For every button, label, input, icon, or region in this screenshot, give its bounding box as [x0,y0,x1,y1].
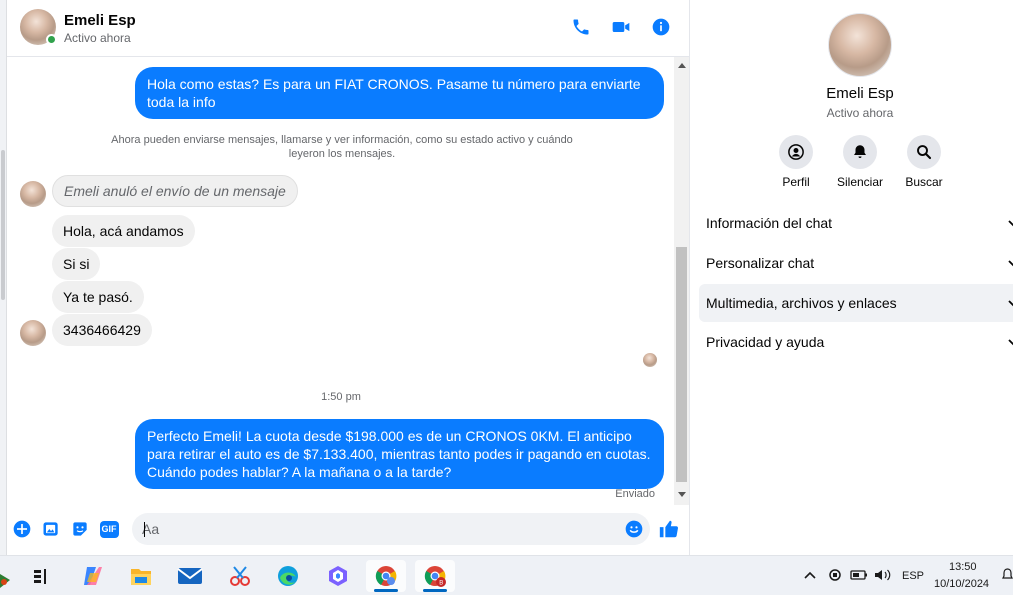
plus-icon[interactable] [11,518,33,540]
search-button[interactable]: Buscar [889,135,959,189]
active-indicator [423,589,447,592]
svg-text:B: B [439,581,443,587]
incoming-message[interactable]: Si si [52,248,101,280]
chevron-down-icon [1008,260,1013,267]
clock-date[interactable]: 10/10/2024 [934,578,989,590]
active-indicator [374,589,398,592]
online-indicator [46,34,57,45]
battery-icon[interactable] [850,568,868,587]
notification-icon[interactable] [1002,568,1013,587]
chevron-down-icon [1008,220,1013,227]
task-view-icon[interactable] [22,560,62,592]
incoming-message[interactable]: Ya te pasó. [52,281,144,313]
image-icon[interactable] [40,518,62,540]
copilot-icon[interactable] [73,560,113,592]
chevron-down-icon [1008,339,1013,346]
contact-status: Activo ahora [64,31,131,45]
section-customize-chat[interactable]: Personalizar chat [699,244,1013,282]
outgoing-message[interactable]: Perfecto Emeli! La cuota desde $198.000 … [135,419,664,489]
scrollbar-thumb[interactable] [676,247,687,482]
section-label: Privacidad y ayuda [706,334,825,350]
message-avatar[interactable] [20,181,46,207]
contact-name[interactable]: Emeli Esp [64,12,136,29]
scroll-down-arrow[interactable] [678,492,686,497]
message-scrollbar[interactable] [674,57,689,505]
timestamp: 1:50 pm [321,391,361,403]
text-caret [144,522,145,537]
chat-pane: Emeli Esp Activo ahora Hola como estas? … [7,0,689,555]
left-window-edge [0,0,7,555]
clock-time[interactable]: 13:50 [949,561,977,573]
message-list: Hola como estas? Es para un FIAT CRONOS.… [7,57,675,505]
chrome-icon[interactable] [366,560,406,592]
profile-status: Activo ahora [826,106,894,120]
profile-label: Perfil [782,175,810,189]
language-indicator[interactable]: ESP [902,570,924,582]
system-note: Ahora pueden enviarse mensajes, llamarse… [111,134,573,160]
sticker-icon[interactable] [69,518,91,540]
search-label: Buscar [905,175,943,189]
onedrive-icon[interactable] [828,567,842,588]
video-icon[interactable] [609,15,633,39]
edge-icon[interactable] [268,560,308,592]
section-media-files-links[interactable]: Multimedia, archivos y enlaces [699,284,1013,322]
incoming-message[interactable]: Hola, acá andamos [52,215,195,247]
chevron-up-icon[interactable] [803,568,817,586]
message-input[interactable] [142,520,612,538]
section-chat-info[interactable]: Información del chat [699,204,1013,242]
chevron-down-icon [1008,300,1013,307]
contact-avatar[interactable] [20,9,57,45]
like-icon[interactable] [658,518,680,540]
file-explorer-icon[interactable] [121,560,161,592]
outgoing-message[interactable]: Hola como estas? Es para un FIAT CRONOS.… [135,67,664,119]
snipping-tool-icon[interactable] [220,560,260,592]
volume-icon[interactable] [874,568,892,587]
incoming-message[interactable]: 3436466429 [52,314,152,346]
info-icon[interactable] [649,15,673,39]
emoji-icon[interactable] [623,518,645,540]
gif-label: GIF [99,520,119,538]
chat-header: Emeli Esp Activo ahora [7,0,689,57]
chat-info-pane: Emeli Esp Activo ahora Perfil Silenciar … [689,0,1013,555]
phone-icon[interactable] [569,15,593,39]
search-icon [907,135,941,169]
profile-avatar[interactable] [828,13,892,77]
unsent-message: Emeli anuló el envío de un mensaje [52,175,298,207]
windows-taskbar: B ESP 13:50 10/10/2024 [0,555,1013,595]
widgets-icon[interactable] [0,566,14,588]
message-avatar[interactable] [20,320,46,346]
copilot-app-icon[interactable] [318,560,358,592]
section-label: Personalizar chat [706,255,815,271]
profile-icon [779,135,813,169]
bell-icon [843,135,877,169]
mail-icon[interactable] [170,560,210,592]
mute-label: Silenciar [836,175,884,189]
mute-button[interactable]: Silenciar [825,135,895,189]
sent-status: Enviado [615,488,655,500]
section-label: Información del chat [706,215,833,231]
profile-button[interactable]: Perfil [761,135,831,189]
left-scrollbar-thumb[interactable] [1,150,5,300]
read-receipt-avatar [643,353,657,367]
section-privacy-help[interactable]: Privacidad y ayuda [699,323,1013,361]
chrome-profile-icon[interactable]: B [415,560,455,592]
section-label: Multimedia, archivos y enlaces [706,295,897,311]
profile-name: Emeli Esp [826,85,894,102]
message-input-box[interactable] [132,513,650,545]
scroll-up-arrow[interactable] [678,63,686,68]
composer: GIF [7,505,689,555]
gif-icon[interactable]: GIF [97,518,121,540]
